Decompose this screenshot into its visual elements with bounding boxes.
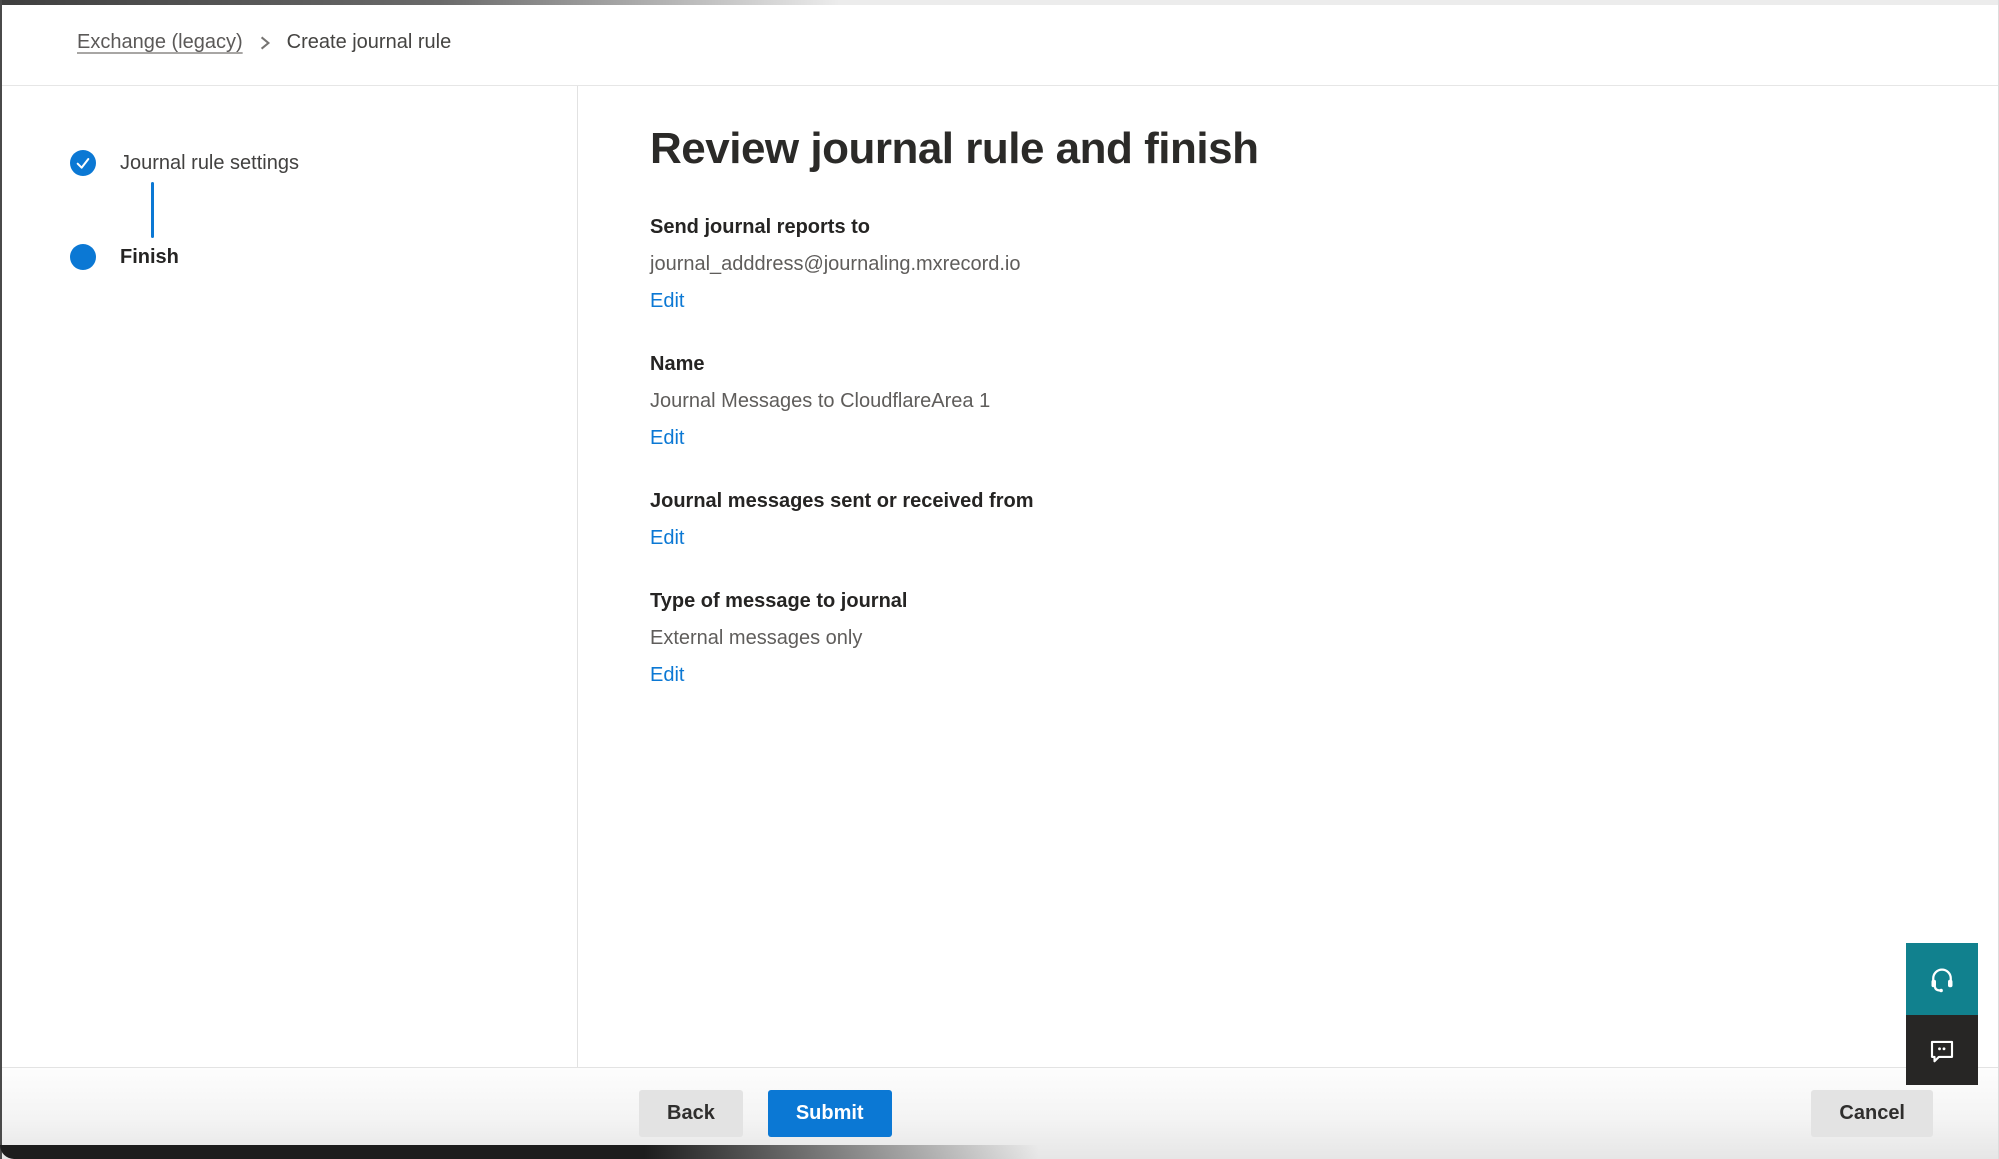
page-title: Review journal rule and finish (650, 124, 1939, 174)
edit-link-journal-messages-sent-or-received-from[interactable]: Edit (650, 527, 684, 550)
cancel-button[interactable]: Cancel (1811, 1090, 1933, 1137)
section-value: Journal Messages to CloudflareArea 1 (650, 390, 1939, 413)
edit-link-name[interactable]: Edit (650, 427, 684, 450)
back-button[interactable]: Back (639, 1090, 743, 1137)
feedback-button[interactable] (1906, 1015, 1978, 1085)
step-connector-line (151, 182, 154, 238)
review-section-send-journal-reports-to: Send journal reports to journal_adddress… (650, 216, 1939, 313)
review-section-name: Name Journal Messages to CloudflareArea … (650, 353, 1939, 450)
section-label: Send journal reports to (650, 216, 1939, 239)
step-complete-check-icon (70, 150, 96, 176)
window-edge-left (0, 0, 2, 1159)
step-current-dot-icon (70, 244, 96, 270)
review-panel: Review journal rule and finish Send jour… (578, 86, 1999, 1067)
help-button[interactable] (1906, 943, 1978, 1015)
chat-icon (1927, 1035, 1957, 1065)
breadcrumb-link-exchange-legacy[interactable]: Exchange (legacy) (77, 31, 243, 54)
headset-icon (1927, 964, 1957, 994)
footer-left-button-group: Back Submit (639, 1090, 892, 1137)
chevron-right-icon (258, 35, 272, 51)
window-edge-bottom (0, 1145, 1039, 1159)
edit-link-send-journal-reports-to[interactable]: Edit (650, 290, 684, 313)
wizard-step-journal-rule-settings[interactable]: Journal rule settings (70, 150, 577, 176)
window-edge-top (0, 0, 1999, 5)
exchange-admin-window: Exchange (legacy) Create journal rule Jo… (0, 0, 1999, 1159)
floating-side-buttons (1906, 943, 1978, 1085)
edit-link-type-of-message-to-journal[interactable]: Edit (650, 664, 684, 687)
review-section-type-of-message-to-journal: Type of message to journal External mess… (650, 590, 1939, 687)
review-section-journal-messages-sent-or-received-from: Journal messages sent or received from E… (650, 490, 1939, 550)
step-label-finish: Finish (120, 246, 179, 269)
wizard-step-finish[interactable]: Finish (70, 244, 577, 270)
submit-button[interactable]: Submit (768, 1090, 892, 1137)
step-label-journal-rule-settings: Journal rule settings (120, 152, 299, 175)
section-label: Type of message to journal (650, 590, 1939, 613)
section-value: External messages only (650, 627, 1939, 650)
wizard-steps-panel: Journal rule settings Finish (0, 86, 578, 1067)
section-label: Name (650, 353, 1939, 376)
breadcrumb-bar: Exchange (legacy) Create journal rule (0, 0, 1999, 86)
breadcrumb: Exchange (legacy) Create journal rule (77, 31, 451, 54)
section-label: Journal messages sent or received from (650, 490, 1939, 513)
content-area: Journal rule settings Finish Review jour… (0, 86, 1999, 1067)
breadcrumb-current-page: Create journal rule (287, 31, 452, 54)
section-value: journal_adddress@journaling.mxrecord.io (650, 253, 1939, 276)
